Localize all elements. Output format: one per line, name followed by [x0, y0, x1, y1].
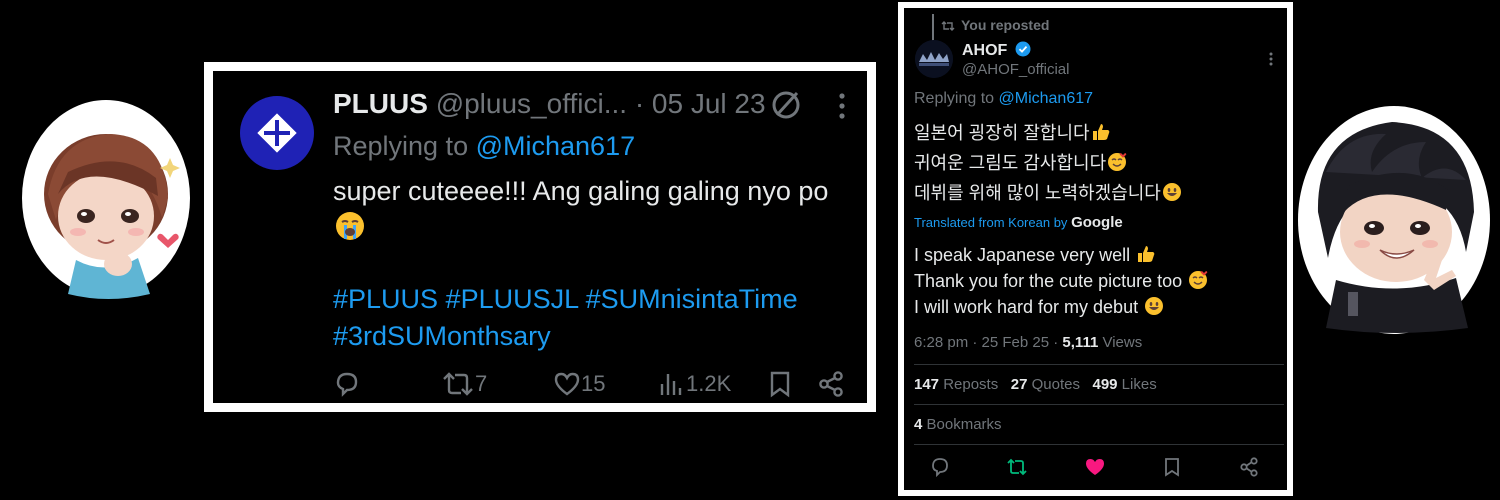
english-line-1: I speak Japanese very well [914, 245, 1131, 265]
share-button[interactable] [817, 369, 845, 399]
repost-indicator-icon [941, 21, 955, 31]
divider [914, 404, 1284, 405]
smiling-hearts-emoji-icon [1108, 153, 1127, 171]
crying-face-emoji-icon [336, 212, 364, 240]
tweet-actions: 7 15 1.2K [333, 369, 853, 399]
views-label: Views [1098, 334, 1143, 351]
replying-prefix: Replying to [333, 131, 469, 161]
reposts-count: 147 [914, 376, 940, 393]
english-line-2: Thank you for the cute picture too [914, 271, 1183, 291]
grinning-face-emoji-icon [1162, 183, 1181, 201]
plus-logo-icon [264, 120, 290, 146]
tweet-actions [904, 456, 1287, 478]
hashtags-line-2[interactable]: #3rdSUMonthsary [333, 318, 853, 355]
ahof-logo-icon [915, 40, 953, 78]
likes-count: 499 [1092, 376, 1118, 393]
display-name[interactable]: AHOF [962, 42, 1007, 59]
display-name[interactable]: PLUUS [333, 88, 428, 119]
english-text: I speak Japanese very well Thank you for… [914, 242, 1208, 320]
thread-line [932, 14, 934, 42]
like-count: 15 [581, 371, 606, 396]
retweet-icon[interactable] [1006, 456, 1028, 478]
quotes-stat[interactable]: 27 Quotes [1011, 376, 1080, 393]
divider [914, 364, 1284, 365]
reposts-stat[interactable]: 147 Reposts [914, 376, 998, 393]
likes-label: Likes [1117, 376, 1157, 393]
hashtags: #PLUUS #PLUUSJL #SUMnisintaTime #3rdSUMo… [333, 281, 853, 355]
views-icon [660, 374, 682, 395]
share-icon [819, 371, 843, 397]
quotes-count: 27 [1010, 376, 1028, 393]
korean-line-3: 데뷔를 위해 많이 노력하겠습니다 [914, 183, 1161, 203]
views-button[interactable]: 1.2K [658, 369, 731, 399]
bookmarks-stat[interactable]: 4 Bookmarks [914, 416, 1002, 433]
ahof-avatar[interactable] [915, 40, 953, 78]
thumbs-up-emoji-icon [1138, 246, 1155, 262]
reply-icon[interactable] [929, 456, 951, 478]
pluus-avatar[interactable] [240, 96, 314, 170]
handle[interactable]: @AHOF_official [962, 61, 1069, 78]
handle[interactable]: @pluus_offici... [436, 88, 627, 119]
korean-line-1: 일본어 굉장히 잘합니다 [914, 123, 1090, 143]
replying-to: Replying to @Michan617 [914, 90, 1093, 108]
likes-stat[interactable]: 499 Likes [1092, 376, 1156, 393]
chibi-sticker-right [1298, 106, 1490, 334]
timestamp: 6:28 pm · 25 Feb 25 · [914, 334, 1063, 351]
more-icon[interactable] [839, 93, 845, 119]
share-icon[interactable] [1238, 456, 1260, 478]
reply-button[interactable] [333, 369, 361, 399]
view-count: 1.2K [686, 371, 732, 396]
bookmark-button[interactable] [768, 369, 792, 399]
tweet-card-ahof: You reposted AHOF @AHOF_official Replyin… [898, 2, 1293, 496]
korean-text: 일본어 굉장히 잘합니다 귀여운 그림도 감사합니다 데뷔를 위해 많이 노력하… [914, 118, 1182, 208]
retweet-button[interactable]: 7 [441, 369, 487, 399]
mention-link[interactable]: @Michan617 [999, 90, 1094, 107]
reply-icon [336, 372, 358, 397]
tweet-header: PLUUS @pluus_offici... · 05 Jul 23 [333, 88, 766, 120]
engagement-stats: 147 Reposts 27 Quotes 499 Likes [914, 376, 1157, 393]
tweet-card-pluus: PLUUS @pluus_offici... · 05 Jul 23 Reply… [204, 62, 876, 412]
bookmarks-label: Bookmarks [922, 416, 1002, 433]
display-name-line: AHOF [962, 41, 1031, 60]
retweet-count: 7 [475, 371, 488, 396]
translated-label: Translated from Korean by [914, 215, 1068, 230]
replying-to: Replying to @Michan617 [333, 131, 635, 162]
repost-label: You reposted [961, 17, 1050, 33]
grinning-face-emoji-icon [1145, 297, 1164, 315]
tweet-timestamp[interactable]: 6:28 pm · 25 Feb 25 · 5,111 Views [914, 334, 1142, 351]
more-icon[interactable] [1269, 52, 1273, 66]
google-logo: Google [1071, 214, 1123, 231]
korean-line-2: 귀여운 그림도 감사합니다 [914, 153, 1107, 173]
smiling-hearts-emoji-icon [1189, 271, 1208, 289]
translation-attribution[interactable]: Translated from Korean by Google [914, 214, 1123, 231]
chibi-sticker-left [22, 100, 190, 299]
like-icon [554, 372, 580, 396]
replying-prefix: Replying to [914, 90, 995, 107]
reposts-label: Reposts [939, 376, 999, 393]
tweet-text: super cuteeee!!! Ang galing galing nyo p… [333, 176, 829, 206]
tweet-date[interactable]: · 05 Jul 23 [635, 88, 766, 119]
quotes-label: Quotes [1027, 376, 1080, 393]
thumbs-up-emoji-icon [1092, 124, 1109, 140]
like-icon[interactable] [1084, 456, 1106, 478]
no-sign-icon[interactable] [770, 89, 802, 121]
divider [914, 444, 1284, 445]
verified-icon [1015, 41, 1031, 57]
like-button[interactable]: 15 [553, 369, 605, 399]
views-count: 5,111 [1062, 334, 1099, 351]
bookmark-icon [770, 371, 790, 398]
hashtags-line-1[interactable]: #PLUUS #PLUUSJL #SUMnisintaTime [333, 281, 853, 318]
retweet-icon [443, 372, 473, 396]
bookmark-icon[interactable] [1161, 456, 1183, 478]
english-line-3: I will work hard for my debut [914, 297, 1139, 317]
mention-link[interactable]: @Michan617 [476, 131, 636, 161]
